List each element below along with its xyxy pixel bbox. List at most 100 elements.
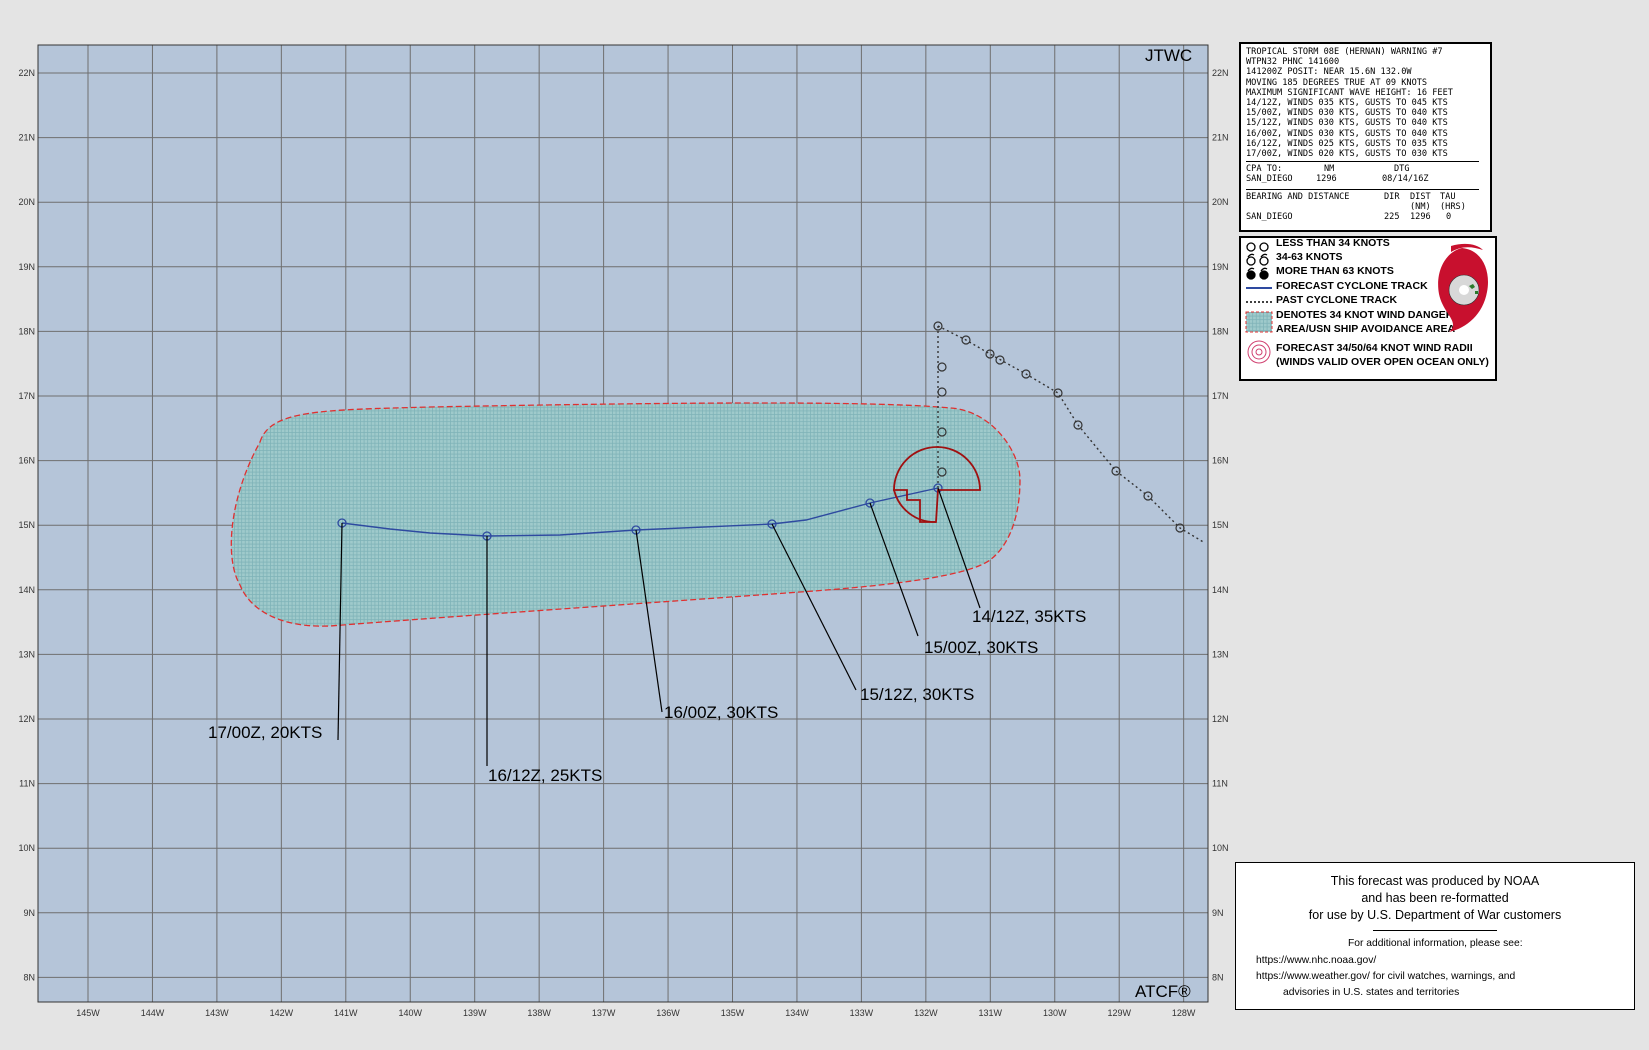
warning-line: MOVING 185 DEGREES TRUE AT 09 KNOTS: [1246, 77, 1428, 88]
lon-tick-label: 135W: [721, 1008, 745, 1018]
jtwc-seal-icon: [1438, 243, 1488, 332]
forecast-label: 15/12Z, 30KTS: [860, 685, 974, 704]
lon-tick-label: 130W: [1043, 1008, 1067, 1018]
lon-tick-label: 134W: [785, 1008, 809, 1018]
lat-tick-label: 15N: [1212, 520, 1229, 530]
legend-box: LESS THAN 34 KNOTS 34-63 KNOTS MORE THAN…: [1239, 236, 1497, 381]
typhoon-icon: [1246, 267, 1269, 280]
cpa-dtg-label: DTG: [1394, 164, 1410, 175]
lon-tick-label: 133W: [850, 1008, 874, 1018]
lat-tick-label: 8N: [23, 972, 35, 982]
noaa-info: advisories in U.S. states and territorie…: [1283, 987, 1460, 998]
legend-label: MORE THAN 63 KNOTS: [1276, 265, 1394, 277]
cpa-row: SAN_DIEGO 1296 08/14/16Z: [1246, 174, 1485, 184]
bearing-dir: 225: [1384, 212, 1400, 223]
warning-line: 16/12Z, WINDS 025 KTS, GUSTS TO 035 KTS: [1246, 138, 1448, 149]
warning-line: 15/00Z, WINDS 030 KTS, GUSTS TO 040 KTS: [1246, 108, 1448, 119]
danger-area-icon: [1245, 311, 1273, 333]
lat-tick-label: 17N: [18, 391, 35, 401]
lat-tick-label: 8N: [1212, 972, 1224, 982]
legend-label: PAST CYCLONE TRACK: [1276, 294, 1398, 306]
lat-tick-label: 10N: [18, 843, 35, 853]
legend-label: (WINDS VALID OVER OPEN OCEAN ONLY): [1276, 356, 1489, 368]
bearing-tau-label: TAU: [1440, 191, 1456, 202]
lat-tick-label: 16N: [1212, 456, 1229, 466]
bearing-dist-label: DIST: [1410, 191, 1431, 202]
warning-line: MAXIMUM SIGNIFICANT WAVE HEIGHT: 16 FEET: [1246, 87, 1453, 98]
lat-tick-label: 11N: [19, 779, 35, 789]
warning-info-box: TROPICAL STORM 08E (HERNAN) WARNING #7 W…: [1239, 42, 1492, 232]
cpa-place: SAN_DIEGO: [1246, 174, 1293, 185]
cpa-header: CPA TO: NM DTG: [1246, 164, 1485, 174]
lat-tick-label: 11N: [1212, 779, 1228, 789]
warning-line: 16/00Z, WINDS 030 KTS, GUSTS TO 040 KTS: [1246, 128, 1448, 139]
noaa-line: for use by U.S. Department of War custom…: [1308, 908, 1562, 922]
lon-tick-label: 142W: [270, 1008, 294, 1018]
warning-line: 14/12Z, WINDS 035 KTS, GUSTS TO 045 KTS: [1246, 98, 1448, 109]
lat-tick-label: 19N: [18, 262, 35, 272]
lat-tick-label: 17N: [1212, 391, 1229, 401]
noaa-info: For additional information, please see:: [1348, 938, 1523, 949]
legend-label: FORECAST 34/50/64 KNOT WIND RADII: [1276, 342, 1473, 354]
lat-tick-label: 15N: [18, 520, 35, 530]
forecast-label: 14/12Z, 35KTS: [972, 607, 1086, 626]
divider: [1246, 188, 1479, 190]
bearing-dir-label: DIR: [1384, 191, 1400, 202]
lat-tick-label: 14N: [1212, 585, 1229, 595]
cpa-label: CPA TO:: [1246, 164, 1283, 175]
noaa-line: and has been re-formatted: [1361, 891, 1509, 905]
noaa-link[interactable]: https://www.nhc.noaa.gov/: [1256, 955, 1376, 966]
cpa-nm-label: NM: [1324, 164, 1335, 175]
legend-label: DENOTES 34 KNOT WIND DANGER: [1276, 309, 1454, 321]
forecast-label: 17/00Z, 20KTS: [208, 723, 322, 742]
divider: [1373, 930, 1497, 931]
jtwc-brand: JTWC: [1145, 46, 1192, 65]
lat-tick-label: 13N: [18, 649, 35, 659]
bearing-tau-unit: (HRS): [1440, 201, 1466, 212]
bearing-dist: 1296: [1410, 212, 1431, 223]
lon-tick-label: 145W: [76, 1008, 100, 1018]
bearing-place: SAN_DIEGO: [1246, 212, 1293, 223]
lat-tick-label: 16N: [18, 456, 35, 466]
lon-tick-label: 138W: [527, 1008, 551, 1018]
warning-line: WTPN32 PHNC 141600: [1246, 57, 1340, 68]
lat-tick-label: 21N: [18, 133, 35, 143]
bearing-tau: 0: [1446, 212, 1452, 223]
lat-tick-label: 9N: [23, 908, 35, 918]
lat-tick-label: 9N: [1212, 908, 1224, 918]
bearing-dist-unit: (NM): [1410, 201, 1431, 212]
cpa-nm: 1296: [1316, 174, 1337, 185]
lat-tick-label: 20N: [18, 197, 35, 207]
lon-tick-label: 143W: [205, 1008, 229, 1018]
lat-tick-label: 22N: [1212, 68, 1229, 78]
legend-label: 34-63 KNOTS: [1276, 251, 1343, 263]
lon-tick-label: 139W: [463, 1008, 487, 1018]
cpa-dtg: 08/14/16Z: [1382, 174, 1429, 185]
legend-label: LESS THAN 34 KNOTS: [1276, 237, 1390, 249]
lat-tick-label: 12N: [18, 714, 35, 724]
lon-tick-label: 128W: [1172, 1008, 1196, 1018]
lat-tick-label: 18N: [1212, 326, 1229, 336]
noaa-notice-box: This forecast was produced by NOAA and h…: [1235, 862, 1635, 1010]
forecast-label: 16/00Z, 30KTS: [664, 703, 778, 722]
noaa-link[interactable]: https://www.weather.gov/ for civil watch…: [1256, 971, 1515, 982]
warning-line: TROPICAL STORM 08E (HERNAN) WARNING #7: [1246, 47, 1443, 57]
forecast-label: 15/00Z, 30KTS: [924, 638, 1038, 657]
lon-tick-label: 129W: [1107, 1008, 1131, 1018]
warning-line: 17/00Z, WINDS 020 KTS, GUSTS TO 030 KTS: [1246, 149, 1448, 160]
lat-tick-label: 10N: [1212, 843, 1229, 853]
noaa-line: This forecast was produced by NOAA: [1330, 874, 1540, 888]
wind-radii-icon: [1247, 340, 1271, 364]
divider: [1246, 161, 1479, 163]
lat-tick-label: 12N: [1212, 714, 1229, 724]
lat-tick-label: 14N: [18, 585, 35, 595]
legend-icons: [1245, 242, 1273, 364]
lon-tick-label: 136W: [656, 1008, 680, 1018]
lat-tick-label: 22N: [18, 68, 35, 78]
atcf-brand: ATCF®: [1135, 982, 1191, 1001]
lon-tick-label: 132W: [914, 1008, 938, 1018]
legend-label: FORECAST CYCLONE TRACK: [1276, 280, 1428, 292]
less-than-34kt-icon: [1246, 242, 1269, 252]
lat-tick-label: 21N: [1212, 133, 1229, 143]
forecast-label: 16/12Z, 25KTS: [488, 766, 602, 785]
